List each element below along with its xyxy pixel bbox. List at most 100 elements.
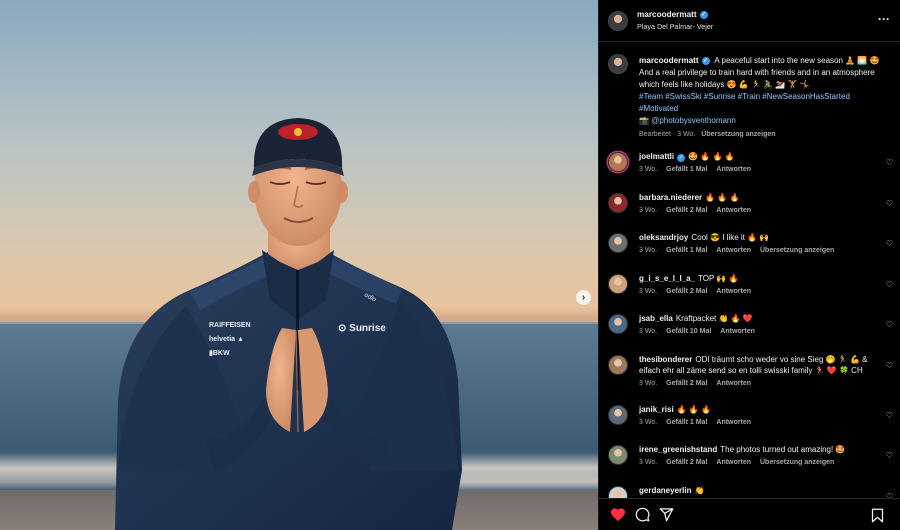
commenter-username[interactable]: irene_greenishstand [639,445,717,454]
reply-button[interactable]: Antworten [716,166,751,173]
comment-item: irene_greenishstand The photos turned out… [599,439,900,480]
comment-item: barbara.niederer 🔥 🔥 🔥 3 Wo. Gefällt 2 Mal A… [599,187,900,228]
caption-translate-button[interactable]: Übersetzung anzeigen [701,131,775,138]
comment-text: Kraftpacket 👏 🔥 ❤️ [675,314,753,323]
comment-item: thesibonderer ODI träumt scho weder vo si… [599,349,900,399]
comment-item: joelmattli ✓ 🤩 🔥 🔥 🔥 3 Wo. Gefällt 1 Mal Antw… [599,146,900,187]
caption-edited: Bearbeitet · 3 Wo. [639,131,696,138]
commenter-username[interactable]: g_i_s_e_l_l_a_ [639,274,695,283]
caption-username[interactable]: marcoodermatt ✓ [639,55,710,67]
translate-button[interactable]: Übersetzung anzeigen [760,459,834,466]
post-photo[interactable]: RAIFFEISEN helvetia ▲ ▮BKW ⊙ Sunrise odl… [0,0,598,530]
comment-line: janik_risi 🔥 🔥 🔥 [639,404,877,415]
comment-like-heart-icon[interactable]: ♡ [886,199,893,208]
comments-list: joelmattli ✓ 🤩 🔥 🔥 🔥 3 Wo. Gefällt 1 Mal Antw… [599,146,900,498]
caption-meta: Bearbeitet · 3 Wo. Übersetzung anzeigen [639,131,891,138]
commenter-avatar[interactable] [608,192,628,213]
reply-button[interactable]: Antworten [716,207,751,214]
reply-button[interactable]: Antworten [716,459,751,466]
reply-button[interactable]: Antworten [716,419,751,426]
photo-credit-link[interactable]: @photobysventhomann [651,116,736,125]
translate-button[interactable]: Übersetzung anzeigen [760,247,834,254]
action-bar [599,498,900,530]
comment-meta: 3 Wo. Gefällt 1 Mal Antworten [639,166,877,173]
share-button[interactable] [657,506,675,524]
comment-icon [635,507,649,522]
comment-likes-link[interactable]: Gefällt 10 Mal [666,328,711,335]
commenter-avatar[interactable] [608,404,628,425]
comment-like-heart-icon[interactable]: ♡ [886,361,893,370]
comment-likes-link[interactable]: Gefällt 1 Mal [666,247,707,254]
comment-like-heart-icon[interactable]: ♡ [886,452,893,460]
comment-like-heart-icon[interactable]: ♡ [886,280,893,289]
sponsor-helvetia: helvetia ▲ [209,336,244,343]
reply-button[interactable]: Antworten [716,288,751,295]
commenter-username[interactable]: janik_risi [639,405,674,414]
caption-hashtags[interactable]: #Team #SwissSki #Sunrise #Train #NewSeas… [639,92,850,113]
comment-meta: 3 Wo. Gefällt 2 Mal Antworten [639,207,877,214]
comment-likes-link[interactable]: Gefällt 2 Mal [666,288,707,295]
commenter-avatar[interactable] [608,354,628,375]
comment-text: TOP 🙌 🔥 [698,273,739,283]
comment-meta: 3 Wo. Gefällt 10 Mal Antworten [639,328,877,335]
save-button[interactable] [868,506,886,524]
comment-line: g_i_s_e_l_l_a_ TOP 🙌 🔥 [639,273,877,284]
comment-likes-link[interactable]: Gefällt 1 Mal [666,419,707,426]
reply-button[interactable]: Antworten [716,380,751,387]
next-image-button[interactable]: › [576,290,591,305]
comment-like-heart-icon[interactable]: ♡ [886,411,893,420]
commenter-username[interactable]: oleksandrjoy [639,233,688,242]
commenter-avatar[interactable] [608,445,628,465]
sponsor-raiffeisen: RAIFFEISEN [209,322,251,329]
heart-filled-icon [611,508,625,522]
more-options-icon[interactable]: ··· [878,13,890,25]
commenter-avatar[interactable] [608,152,628,172]
comment-button[interactable] [633,506,651,524]
comments-scroll[interactable]: marcoodermatt ✓ A peaceful start into th… [599,43,900,498]
commenter-username[interactable]: gerdaneyerlin [639,486,691,495]
comment-text: Cool 😎 I like it 🔥 🙌 [691,233,770,242]
comment-meta: 3 Wo. Gefällt 2 Mal Antworten [639,288,877,295]
reply-button[interactable]: Antworten [716,247,751,254]
like-button[interactable] [609,506,627,524]
camera-icon: 📸 [639,116,649,125]
caption-avatar[interactable] [608,54,628,74]
comment-text: 🔥 🔥 🔥 [676,404,712,414]
post-location[interactable]: Playa Del Palmar- Vejer [637,22,713,31]
comment-time: 3 Wo. [639,328,658,335]
author-avatar[interactable] [608,10,628,31]
commenter-username[interactable]: thesibonderer [639,355,692,364]
reply-button[interactable]: Antworten [720,328,755,335]
commenter-username[interactable]: jsab_ella [639,314,673,323]
comment-likes-link[interactable]: Gefällt 1 Mal [666,166,707,173]
comment-likes-link[interactable]: Gefällt 2 Mal [666,380,707,387]
comment-likes-link[interactable]: Gefällt 2 Mal [666,459,707,466]
comment-line: jsab_ella Kraftpacket 👏 🔥 ❤️ [639,313,877,324]
commenter-avatar[interactable] [608,233,628,253]
commenter-avatar[interactable] [608,485,628,498]
comment-text: 👏 [694,485,705,495]
post-sidebar: marcoodermatt ✓ Playa Del Palmar- Vejer … [598,0,900,530]
sponsor-sunrise: ⊙ Sunrise [338,323,386,334]
comment-line: joelmattli ✓ 🤩 🔥 🔥 🔥 [639,151,877,162]
comment-like-heart-icon[interactable]: ♡ [886,240,893,248]
comment-item: oleksandrjoy Cool 😎 I like it 🔥 🙌 3 Wo. Gef… [599,227,900,268]
commenter-username[interactable]: barbara.niederer [639,193,702,202]
commenter-avatar[interactable] [608,273,628,294]
commenter-avatar[interactable] [608,314,628,334]
verified-badge-icon: ✓ [677,154,686,162]
post-caption: marcoodermatt ✓ A peaceful start into th… [599,43,900,138]
commenter-username[interactable]: joelmattli [639,152,674,161]
comment-item: janik_risi 🔥 🔥 🔥 3 Wo. Gefällt 1 Mal Antwort… [599,399,900,440]
comment-time: 3 Wo. [639,206,658,214]
comment-text: 🤩 🔥 🔥 🔥 [688,152,735,161]
comment-like-heart-icon[interactable]: ♡ [886,159,893,167]
author-username[interactable]: marcoodermatt ✓ [637,10,713,19]
verified-badge-icon: ✓ [701,57,710,65]
comment-text: ODI träumt scho weder vo sine Sieg 🤭 🏃 💪… [695,354,868,364]
post-header: marcoodermatt ✓ Playa Del Palmar- Vejer … [599,0,900,42]
comment-like-heart-icon[interactable]: ♡ [886,321,893,329]
comment-likes-link[interactable]: Gefällt 2 Mal [666,207,707,214]
comment-item: gerdaneyerlin👏3 Wo.Gefällt 1 MalAntworte… [599,480,900,498]
comment-meta: 3 Wo. Gefällt 2 Mal Antworten [639,380,877,387]
